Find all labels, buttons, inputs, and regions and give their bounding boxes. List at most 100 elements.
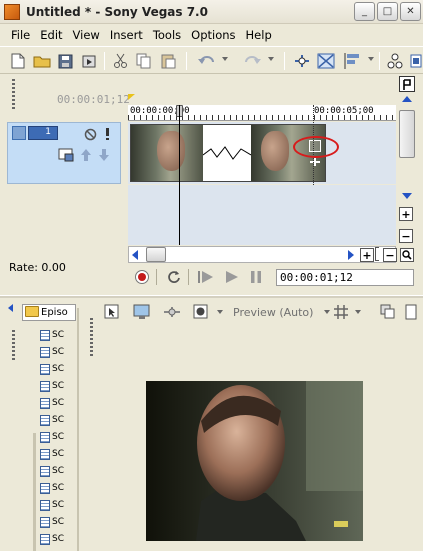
ripple-dropdown-icon[interactable]: [368, 57, 374, 61]
compositing-icon[interactable]: [96, 147, 112, 163]
zoom-in-track-button[interactable]: +: [399, 207, 413, 221]
empty-track-area[interactable]: [128, 185, 396, 245]
marker-flag-icon[interactable]: [128, 94, 135, 100]
redo-dropdown-icon[interactable]: [268, 57, 274, 61]
menu-file[interactable]: File: [6, 26, 35, 44]
solo-track-icon[interactable]: [100, 126, 116, 142]
list-item[interactable]: SC: [40, 532, 76, 546]
pause-button[interactable]: [246, 268, 266, 286]
list-item[interactable]: SC: [40, 345, 76, 359]
minimize-button[interactable]: _: [354, 2, 375, 21]
overlays-button[interactable]: [333, 304, 349, 320]
menu-edit[interactable]: Edit: [35, 26, 67, 44]
paste-button[interactable]: [158, 51, 178, 71]
list-item[interactable]: SC: [40, 447, 76, 461]
scroll-down-icon[interactable]: [402, 193, 412, 199]
copy-button[interactable]: [134, 51, 154, 71]
menu-options[interactable]: Options: [186, 26, 240, 44]
menu-help[interactable]: Help: [241, 26, 277, 44]
preview-grip-handle[interactable]: [90, 318, 93, 358]
timecode-field: 00:00:01;12: [276, 269, 414, 286]
list-item[interactable]: SC: [40, 515, 76, 529]
loop-playback-button[interactable]: [164, 268, 184, 286]
event-fx-icon[interactable]: [309, 157, 321, 167]
ignore-grouping-button[interactable]: [406, 51, 423, 71]
sony-vegas-app-icon: [4, 4, 20, 20]
explorer-scrollbar[interactable]: [33, 433, 36, 551]
auto-ripple-button[interactable]: [343, 51, 363, 71]
main-toolbar: [0, 46, 423, 74]
list-item[interactable]: SC: [40, 498, 76, 512]
zoom-tool-button[interactable]: [400, 248, 414, 262]
list-item[interactable]: SC: [40, 481, 76, 495]
file-label: SC: [52, 466, 64, 476]
scroll-right-icon[interactable]: [348, 250, 354, 260]
explorer-grip-handle[interactable]: [12, 330, 15, 360]
file-label: SC: [52, 364, 64, 374]
menu-tools[interactable]: Tools: [148, 26, 186, 44]
track-fx-icon[interactable]: [58, 147, 74, 163]
zoom-in-time-button[interactable]: +: [360, 248, 374, 262]
play-button[interactable]: [222, 268, 242, 286]
time-ruler[interactable]: 00:00:00;00 00:00:05;00: [128, 105, 396, 121]
menu-view[interactable]: View: [68, 26, 105, 44]
zoom-out-time-button[interactable]: −: [383, 248, 397, 262]
open-project-button[interactable]: [32, 51, 52, 71]
save-snapshot-button[interactable]: [404, 304, 418, 320]
snapping-button[interactable]: [292, 51, 312, 71]
scroll-up-icon[interactable]: [402, 96, 412, 102]
file-label: SC: [52, 449, 64, 459]
zoom-bracket: [375, 247, 379, 261]
horizontal-scrollbar[interactable]: [128, 246, 396, 263]
undo-button[interactable]: [196, 51, 216, 71]
overlays-dropdown-icon[interactable]: [355, 310, 361, 314]
preview-quality-select[interactable]: Preview (Auto): [233, 306, 313, 319]
preview-external-monitor-button[interactable]: [133, 304, 151, 320]
close-button[interactable]: ✕: [400, 2, 421, 21]
track-motion-icon[interactable]: [78, 147, 94, 163]
mute-track-icon[interactable]: [82, 126, 98, 142]
lock-envelopes-button[interactable]: [385, 51, 405, 71]
undo-dropdown-icon[interactable]: [222, 57, 228, 61]
list-item[interactable]: SC: [40, 464, 76, 478]
list-item[interactable]: SC: [40, 430, 76, 444]
split-screen-button[interactable]: [193, 304, 209, 320]
list-item[interactable]: SC: [40, 328, 76, 342]
play-from-start-button[interactable]: [196, 268, 216, 286]
copy-snapshot-icon: [380, 304, 395, 319]
file-label: SC: [52, 483, 64, 493]
preview-properties-button[interactable]: [104, 304, 120, 320]
menu-insert[interactable]: Insert: [105, 26, 148, 44]
timeline-panel: 00:00:01;12 00:00:00;00 00:00:05;00 1 + …: [0, 75, 423, 293]
new-project-button[interactable]: [8, 51, 28, 71]
cut-button[interactable]: [110, 51, 130, 71]
track-expand-icon[interactable]: [12, 126, 26, 140]
list-item[interactable]: SC: [40, 379, 76, 393]
list-item[interactable]: SC: [40, 362, 76, 376]
window-title: Untitled * - Sony Vegas 7.0: [26, 5, 208, 19]
maximize-button[interactable]: □: [377, 2, 398, 21]
clip-thumbnail-start: [131, 125, 203, 181]
zoom-out-track-button[interactable]: −: [399, 229, 413, 243]
list-item[interactable]: SC: [40, 413, 76, 427]
render-button[interactable]: [79, 51, 99, 71]
timeline-grip-handle[interactable]: [12, 79, 15, 109]
explorer-left-icon[interactable]: [6, 303, 16, 313]
auto-crossfade-button[interactable]: [316, 51, 336, 71]
file-label: SC: [52, 534, 64, 544]
preview-image: [146, 381, 363, 541]
redo-button[interactable]: [243, 51, 263, 71]
save-button[interactable]: [55, 51, 75, 71]
marker-bar-button[interactable]: [399, 76, 415, 92]
preview-quality-dropdown-icon[interactable]: [324, 310, 330, 314]
list-item[interactable]: SC: [40, 396, 76, 410]
scroll-left-icon[interactable]: [132, 250, 138, 260]
record-button[interactable]: [132, 268, 152, 286]
explorer-splitter[interactable]: [77, 308, 79, 551]
copy-snapshot-button[interactable]: [380, 304, 396, 320]
vertical-scroll-thumb[interactable]: [399, 110, 415, 158]
video-track-header[interactable]: 1: [7, 122, 121, 184]
horizontal-scroll-thumb[interactable]: [146, 247, 166, 262]
video-output-fx-button[interactable]: [163, 305, 181, 319]
split-screen-dropdown-icon[interactable]: [217, 310, 223, 314]
